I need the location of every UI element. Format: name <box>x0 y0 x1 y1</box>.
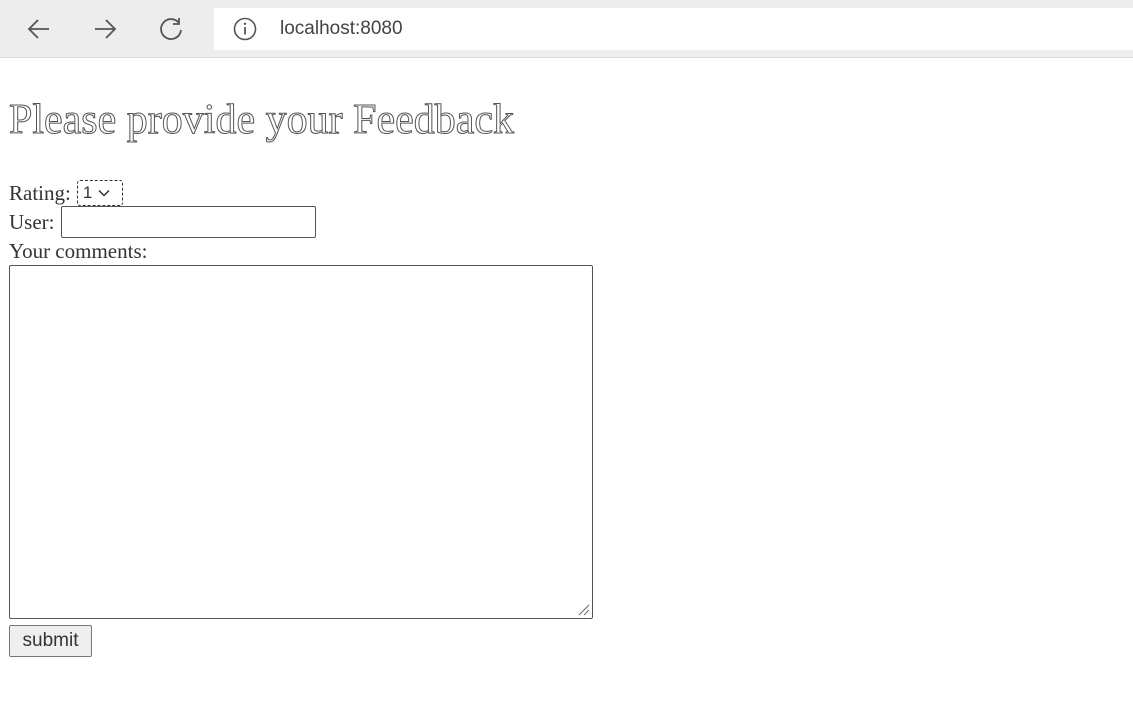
rating-label: Rating: <box>9 181 71 205</box>
submit-button[interactable]: submit <box>9 625 92 657</box>
user-input[interactable] <box>60 206 316 238</box>
arrow-left-icon <box>27 19 49 39</box>
user-row: User: <box>9 206 316 238</box>
reload-icon <box>160 18 182 40</box>
comments-label: Your comments: <box>9 239 148 263</box>
chevron-down-icon <box>98 189 110 197</box>
rating-row: Rating: 1 <box>9 179 123 207</box>
browser-toolbar: localhost:8080 <box>0 0 1133 58</box>
reload-button[interactable] <box>154 12 188 46</box>
rating-select[interactable]: 1 <box>76 180 123 206</box>
address-bar[interactable]: localhost:8080 <box>214 8 1133 50</box>
page-title: Please provide your Feedback <box>8 97 515 144</box>
forward-button[interactable] <box>88 12 122 46</box>
arrow-right-icon <box>95 19 117 39</box>
user-label: User: <box>9 210 55 234</box>
back-button[interactable] <box>22 12 56 46</box>
page-content: Please provide your Feedback Rating: 1 U… <box>0 58 1133 715</box>
rating-selected-value: 1 <box>82 183 93 202</box>
url-text[interactable]: localhost:8080 <box>280 17 403 41</box>
info-icon[interactable] <box>233 17 257 41</box>
comments-textarea[interactable] <box>9 265 593 619</box>
resize-grip-icon[interactable] <box>577 603 590 616</box>
